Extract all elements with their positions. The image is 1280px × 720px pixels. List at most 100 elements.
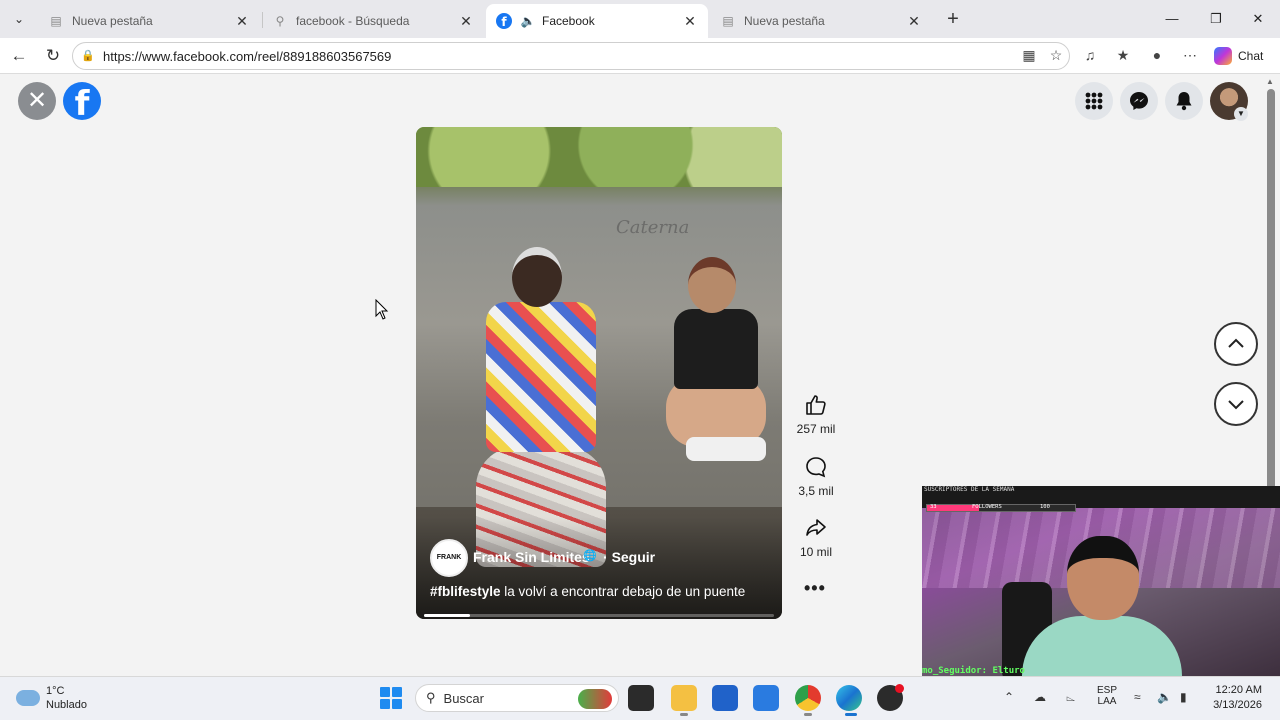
media-control-icon[interactable]: ♫: [1080, 45, 1100, 65]
edge-icon[interactable]: [836, 685, 862, 711]
tab-title: facebook - Búsqueda: [296, 14, 410, 28]
search-icon: ⚲: [275, 14, 285, 28]
minimize-button[interactable]: —: [1152, 8, 1192, 30]
webcam-bottom-text: mo_Seguidor: Elturo: [922, 666, 1025, 676]
mouse-cursor-icon: [375, 298, 389, 326]
video-progress-bar[interactable]: [424, 614, 774, 617]
grid-icon: [1085, 92, 1103, 110]
favorites-icon[interactable]: ★: [1113, 45, 1133, 65]
author-name[interactable]: Frank Sin Limites: [473, 549, 590, 565]
author-avatar[interactable]: FRANK: [430, 539, 468, 577]
thumbs-up-icon: [806, 395, 826, 415]
chrome-icon[interactable]: [795, 685, 821, 711]
messenger-button[interactable]: [1120, 82, 1158, 120]
video-overlay: [416, 517, 782, 619]
tab-facebook[interactable]: f 🔈 Facebook ✕: [486, 4, 708, 38]
followers-current: 33: [930, 504, 937, 510]
more-options-button[interactable]: •••: [804, 578, 826, 599]
page-icon: ▤: [722, 14, 734, 28]
close-icon[interactable]: ✕: [682, 13, 698, 30]
store-icon[interactable]: [712, 685, 738, 711]
scroll-thumb[interactable]: [1267, 89, 1275, 549]
chevron-up-icon[interactable]: ⌃: [1004, 690, 1014, 704]
person-woman: [666, 257, 766, 461]
restore-button[interactable]: ❐: [1196, 8, 1236, 30]
chevron-down-icon: [1228, 400, 1244, 410]
copilot-icon: [1214, 47, 1232, 65]
more-options-icon[interactable]: ⋯: [1180, 45, 1200, 65]
start-button[interactable]: [380, 687, 402, 709]
tab-nueva-pestana-2[interactable]: ▤ Nueva pestaña ✕: [710, 4, 932, 38]
running-indicator: [680, 713, 688, 716]
app-available-icon[interactable]: ▦: [1019, 45, 1039, 65]
comment-count: 3,5 mil: [798, 484, 834, 498]
reload-button[interactable]: ↻: [40, 44, 66, 68]
weather-widget[interactable]: 1°C Nublado: [16, 684, 87, 712]
page-icon: ▤: [50, 14, 62, 28]
close-icon[interactable]: ✕: [906, 13, 922, 30]
cloud-sync-icon[interactable]: ☁: [1034, 690, 1046, 704]
wifi-icon[interactable]: ≈: [1134, 690, 1141, 704]
tab-bar: ⌄ ▤ Nueva pestaña ✕ ⚲ facebook - Búsqued…: [0, 0, 1280, 38]
facebook-logo[interactable]: f: [63, 82, 101, 120]
reel-caption: #fblifestyle la volví a encontrar debajo…: [430, 584, 745, 599]
tab-title: Facebook: [542, 14, 595, 28]
public-globe-icon: 🌐: [583, 550, 597, 562]
tab-nueva-pestana-1[interactable]: ▤ Nueva pestaña ✕: [38, 4, 260, 38]
speaker-icon[interactable]: 🔈: [520, 13, 536, 29]
caption-text: la volví a encontrar debajo de un puente: [504, 584, 746, 599]
back-button[interactable]: ←: [6, 44, 32, 68]
taskbar-search-placeholder: Buscar: [443, 690, 484, 706]
cloud-icon: [16, 690, 40, 706]
messenger-icon: [1130, 92, 1148, 110]
bell-icon: [1176, 92, 1192, 111]
active-indicator: [845, 713, 857, 716]
microphone-icon[interactable]: ⌳: [1066, 690, 1075, 705]
previous-reel-button[interactable]: [1214, 322, 1258, 366]
share-icon: [806, 519, 826, 536]
next-reel-button[interactable]: [1214, 382, 1258, 426]
new-tab-button[interactable]: +: [940, 7, 966, 31]
chevron-up-icon: [1228, 338, 1244, 348]
close-window-button[interactable]: ✕: [1238, 8, 1278, 30]
battery-icon[interactable]: ▮: [1180, 690, 1187, 704]
share-count: 10 mil: [799, 545, 832, 559]
volume-icon[interactable]: 🔈: [1157, 690, 1172, 704]
keyboard-layout: LAA: [1097, 696, 1117, 707]
close-reel-button[interactable]: ✕: [18, 82, 56, 120]
notifications-button[interactable]: [1165, 82, 1203, 120]
share-button[interactable]: 10 mil: [788, 515, 844, 559]
language-indicator[interactable]: ESP LAA: [1094, 685, 1120, 707]
task-view-icon[interactable]: [628, 685, 654, 711]
video-trees: [416, 127, 782, 187]
recording-badge: [895, 684, 904, 693]
tab-facebook-busqueda[interactable]: ⚲ facebook - Búsqueda ✕: [262, 4, 484, 38]
follow-label: Seguir: [611, 549, 656, 565]
language-code: ESP: [1096, 685, 1117, 696]
url-field[interactable]: 🔒 https://www.facebook.com/reel/88918860…: [72, 42, 1070, 70]
tab-actions-menu[interactable]: ⌄: [6, 7, 32, 31]
webcam-overlay: SUSCRIPTORES DE LA SEMANA FOLLOWERS 33 1…: [922, 486, 1280, 686]
clock-date: 3/13/2026: [1213, 699, 1262, 711]
reel-video[interactable]: Caterna FRANK Frank Sin Limites 🌐 · Segu…: [416, 127, 782, 619]
chat-label: Chat: [1238, 49, 1264, 63]
chevron-down-icon[interactable]: ▼: [1234, 107, 1248, 121]
favorite-star-icon[interactable]: ☆: [1046, 45, 1066, 65]
close-icon[interactable]: ✕: [458, 13, 474, 30]
video-progress-fill: [424, 614, 470, 617]
like-button[interactable]: 257 mil: [788, 392, 844, 436]
scroll-up-icon[interactable]: ▲: [1266, 77, 1274, 86]
profile-icon[interactable]: ●: [1147, 45, 1167, 65]
outlook-icon[interactable]: [753, 685, 779, 711]
file-explorer-icon[interactable]: [671, 685, 697, 711]
close-icon[interactable]: ✕: [234, 13, 250, 30]
clock-time: 12:20 AM: [1215, 684, 1262, 696]
copilot-chat-button[interactable]: Chat: [1214, 44, 1263, 68]
comment-button[interactable]: 3,5 mil: [788, 454, 844, 498]
caption-hashtag[interactable]: #fblifestyle: [430, 584, 501, 599]
menu-grid-button[interactable]: [1075, 82, 1113, 120]
follow-button[interactable]: · Seguir: [603, 549, 655, 565]
clock[interactable]: 12:20 AM 3/13/2026: [1206, 683, 1262, 713]
weather-condition: Nublado: [46, 699, 87, 711]
taskbar-search[interactable]: ⚲ Buscar: [415, 684, 619, 712]
